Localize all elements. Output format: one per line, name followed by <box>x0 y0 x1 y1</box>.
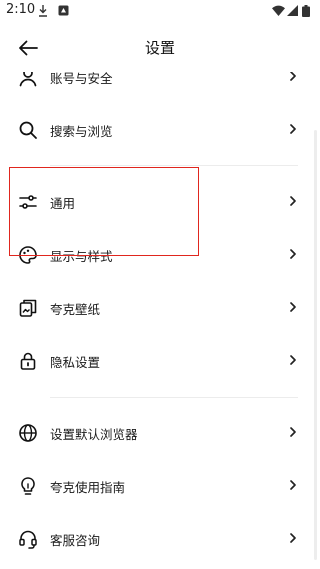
settings-item-default-browser[interactable]: 设置默认浏览器 <box>0 408 300 458</box>
chevron-right-icon <box>290 355 296 365</box>
wallpaper-icon <box>19 299 37 317</box>
settings-item-label: 隐私设置 <box>50 355 101 370</box>
chevron-right-icon <box>290 72 296 81</box>
headset-icon <box>19 530 37 549</box>
scrollbar[interactable] <box>314 130 317 560</box>
notification-icon <box>58 5 69 16</box>
chevron-right-icon <box>290 124 296 134</box>
battery-icon <box>302 5 310 17</box>
settings-item-privacy[interactable]: 隐私设置 <box>0 336 300 386</box>
chevron-right-icon <box>290 249 296 259</box>
settings-item-label: 夸克使用指南 <box>50 480 126 495</box>
settings-item-account-security[interactable]: 账号与安全 <box>0 72 300 102</box>
settings-item-user-guide[interactable]: 夸克使用指南 <box>0 461 300 511</box>
settings-list: 账号与安全 搜索与浏览 通用 显示与样式 夸克壁纸 隐私设置 设置默认浏览器 夸… <box>0 72 320 569</box>
user-icon <box>19 72 37 87</box>
header-mask <box>0 24 320 66</box>
settings-item-wallpaper[interactable]: 夸克壁纸 <box>0 283 300 333</box>
lightbulb-icon <box>21 477 35 495</box>
chevron-right-icon <box>290 533 296 543</box>
settings-item-search-browse[interactable]: 搜索与浏览 <box>0 105 300 155</box>
section-divider <box>50 165 298 166</box>
section-divider <box>50 397 298 398</box>
status-bar: 2:10 <box>0 0 320 24</box>
chevron-right-icon <box>290 196 296 206</box>
chevron-right-icon <box>290 480 296 490</box>
settings-item-label: 夸克壁纸 <box>50 302 101 317</box>
settings-item-customer-service[interactable]: 客服咨询 <box>0 514 300 564</box>
settings-item-label: 账号与安全 <box>50 72 113 86</box>
highlight-annotation <box>9 167 199 256</box>
settings-item-label: 客服咨询 <box>50 533 101 548</box>
chevron-right-icon <box>290 427 296 437</box>
search-icon <box>19 121 37 139</box>
signal-icon <box>287 5 298 16</box>
download-icon <box>39 5 47 17</box>
settings-item-label: 设置默认浏览器 <box>50 427 138 442</box>
lock-icon <box>20 352 36 370</box>
settings-item-label: 搜索与浏览 <box>50 124 113 139</box>
chevron-right-icon <box>290 302 296 312</box>
globe-icon <box>19 424 37 442</box>
wifi-icon <box>272 5 285 16</box>
status-time: 2:10 <box>6 2 36 17</box>
